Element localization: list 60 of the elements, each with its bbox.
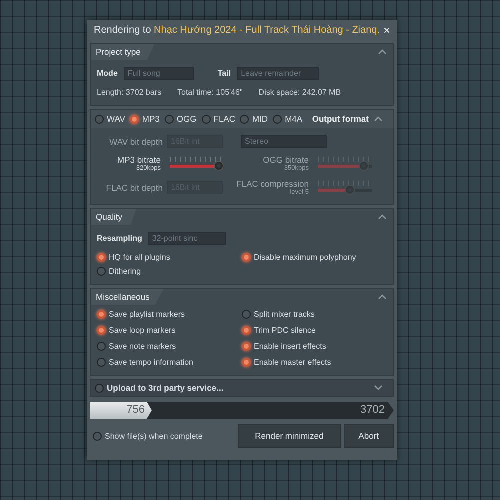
radio-button[interactable] [242,326,251,335]
format-option[interactable]: OGG [164,114,197,124]
slider-label: FLAC compression [236,179,309,189]
option-label: Save loop markers [109,326,176,335]
format-option[interactable]: M4A [273,114,303,124]
close-icon[interactable] [384,26,390,34]
option-label: Show file(s) when complete [105,432,203,440]
flac-bit-depth-label: FLAC bit depth [105,182,163,192]
progress-current: 756 [126,404,146,416]
length-info: Length: 3702 bars [97,88,162,97]
section-title: Project type [91,44,155,60]
option-label: Enable insert effects [254,342,326,351]
section-title: Miscellaneous [91,289,164,305]
option-label: Save tempo information [109,358,194,367]
chevron-up-icon[interactable] [374,116,383,122]
total-time-info: Total time: 105'46" [178,88,243,97]
radio-button[interactable] [97,326,106,335]
render-minimized-button[interactable]: Render minimized [238,424,341,448]
radio-button[interactable] [97,310,106,319]
format-option[interactable]: WAV [95,114,126,124]
upload-bar[interactable]: Upload to 3rd party service... [90,379,394,397]
upload-label: Upload to 3rd party service... [107,383,224,393]
chevron-up-icon[interactable] [378,49,387,55]
option-label: Trim PDC silence [254,326,316,335]
mode-label: Mode [97,69,118,78]
radio-button[interactable] [93,432,102,440]
radio-button[interactable] [97,253,106,262]
window-title: Rendering to Nhạc Hướng 2024 - Full Track Thái Hoàng - Zianq. [94,24,380,36]
format-option[interactable]: MP3 [130,114,160,124]
radio-button[interactable] [97,267,106,276]
radio-button[interactable] [97,342,106,351]
radio-button[interactable] [95,384,104,392]
resampling-label: Resampling [97,234,142,243]
disk-space-info: Disk space: 242.07 MB [258,88,342,97]
option-label: Split mixer tracks [254,310,315,319]
radio-button[interactable] [97,358,106,367]
tail-label: Tail [218,69,232,78]
abort-button[interactable]: Abort [344,424,394,448]
radio-button[interactable] [242,310,251,319]
option-label: Dithering [109,267,142,276]
chevron-down-icon[interactable] [374,385,383,391]
slider-label: MP3 bitrate [118,155,161,165]
slider-label: OGG bitrate [263,155,309,165]
radio-button[interactable] [242,253,251,262]
chevron-up-icon[interactable] [378,214,387,220]
radio-button[interactable] [242,342,251,351]
option-label: Enable master effects [254,358,332,367]
option-label: HQ for all plugins [109,253,170,262]
format-option[interactable]: MID [240,114,268,124]
slider-knob[interactable] [214,160,224,170]
format-option[interactable]: FLAC [202,114,236,124]
option-label: Disable maximum polyphony [254,253,356,262]
option-label: Save note markers [109,342,176,351]
option-label: Save playlist markers [109,310,186,319]
radio-button[interactable] [242,358,251,367]
section-title: Output format [312,114,369,124]
wav-bit-depth-label: WAV bit depth [108,136,163,146]
chevron-up-icon[interactable] [378,294,387,300]
progress-total: 3702 [360,404,385,416]
section-title: Quality [91,209,136,225]
